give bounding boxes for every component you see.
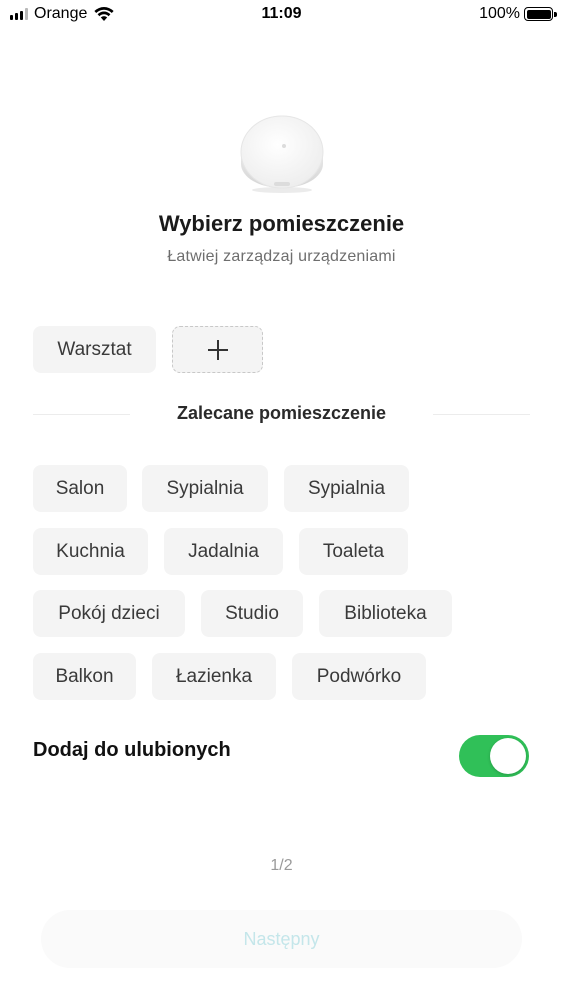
page-title: Wybierz pomieszczenie bbox=[158, 211, 405, 236]
plus-icon bbox=[207, 339, 228, 360]
room-chip-salon[interactable]: Salon bbox=[33, 465, 127, 512]
next-button[interactable]: Następny bbox=[41, 910, 522, 968]
page-indicator: 1/2 bbox=[270, 857, 293, 874]
room-chip-pokoj-dzieci[interactable]: Pokój dzieci bbox=[33, 590, 185, 637]
favorites-label: Dodaj do ulubionych bbox=[33, 739, 231, 761]
device-image bbox=[240, 115, 324, 193]
room-chip-biblioteka[interactable]: Biblioteka bbox=[319, 590, 452, 637]
room-chip-balkon[interactable]: Balkon bbox=[33, 653, 136, 700]
status-right: 100% bbox=[479, 4, 557, 24]
room-chip-sypialnia[interactable]: Sypialnia bbox=[142, 465, 268, 512]
room-chip-toaleta[interactable]: Toaleta bbox=[299, 528, 408, 575]
room-chip-podworko[interactable]: Podwórko bbox=[292, 653, 426, 700]
room-chip-kuchnia[interactable]: Kuchnia bbox=[33, 528, 148, 575]
room-chip-jadalnia[interactable]: Jadalnia bbox=[164, 528, 283, 575]
battery-percentage: 100% bbox=[479, 5, 520, 22]
favorites-toggle[interactable] bbox=[459, 735, 529, 777]
battery-icon bbox=[524, 7, 557, 21]
toggle-knob bbox=[490, 738, 526, 774]
page-subtitle: Łatwiej zarządzaj urządzeniami bbox=[167, 248, 396, 265]
room-chip-sypialnia-2[interactable]: Sypialnia bbox=[284, 465, 409, 512]
add-room-button[interactable] bbox=[172, 326, 263, 373]
room-chip-lazienka[interactable]: Łazienka bbox=[152, 653, 276, 700]
divider-right bbox=[433, 414, 530, 415]
status-bar: Orange 11:09 100% bbox=[0, 0, 563, 30]
room-chip-warsztat[interactable]: Warsztat bbox=[33, 326, 156, 373]
room-chip-studio[interactable]: Studio bbox=[201, 590, 303, 637]
